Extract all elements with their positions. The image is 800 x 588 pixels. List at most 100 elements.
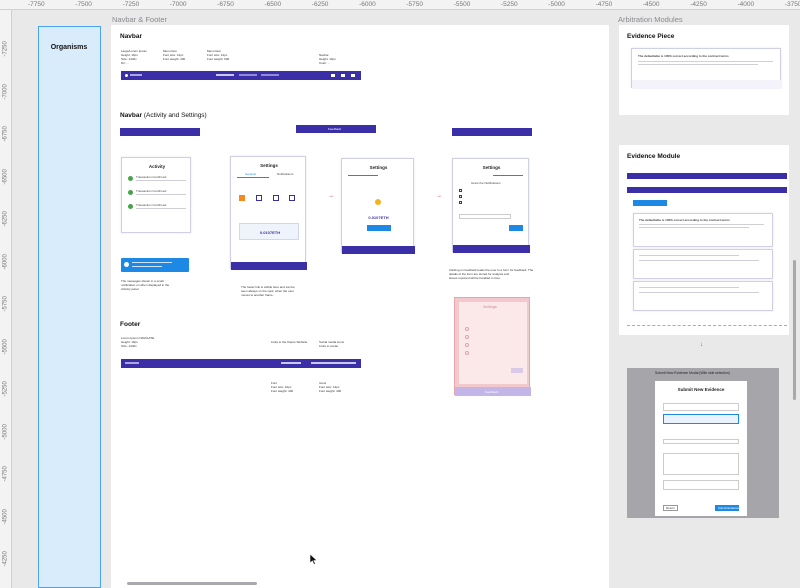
evidence-piece-frame[interactable]: Evidence Piece The defaultable is 100% c… <box>619 25 789 115</box>
feedback-note: Clicking on feedback leads the user to a… <box>449 268 534 280</box>
ruler-top-tick: -4000 <box>737 1 755 8</box>
navbar-feedback-strip[interactable]: Feedback <box>296 125 376 133</box>
arrow-down: ↓ <box>700 342 703 348</box>
ruler-top-tick: -5250 <box>501 1 518 8</box>
ruler-top-tick: -4750 <box>595 1 613 8</box>
settings-title-2: Settings <box>369 165 388 170</box>
navbar-settings-strip[interactable] <box>452 128 532 136</box>
activity-item-1: Transaction Confirmed <box>136 175 167 179</box>
settings-amount-1: 0.0107ETH <box>259 230 281 235</box>
footer-preview[interactable] <box>121 359 361 368</box>
evidence-module-frame[interactable]: Evidence Module The defaultable is 100% … <box>619 145 789 335</box>
submit-evidence-modal[interactable]: Submit New Evidence Return Submit Eviden… <box>655 381 747 516</box>
ruler-top-tick: -7250 <box>122 1 140 8</box>
notification-toast[interactable] <box>121 258 189 272</box>
toast-note: The messages shown in a small notificatio… <box>121 279 170 291</box>
activity-item-3: Transaction Confirmed <box>136 203 167 207</box>
mouse-cursor-icon <box>309 552 318 570</box>
navbar-spec-note-3: Menu Item Font size: 12px Font weight: 600 <box>207 49 230 61</box>
arbitration-frame-label[interactable]: Arbitration Modules <box>618 15 683 24</box>
ruler-left-tick: -4250 <box>2 551 9 567</box>
activity-panel[interactable]: Activity Transaction Confirmed Transacti… <box>121 157 191 233</box>
navbar-spec-note-1: Large/Lorem Ipsum Height: 16px Size: 1440x… <box>121 49 148 65</box>
ruler-top-tick: -6250 <box>311 1 329 8</box>
ruler-left-tick: -7000 <box>2 83 9 99</box>
submit-frame-label: Submit New Evidence Modal (With side sel… <box>655 371 730 375</box>
ruler-top-tick: -7750 <box>28 1 45 8</box>
ruler-top-tick: -5750 <box>406 1 424 8</box>
ruler-left-tick: -4500 <box>2 508 9 524</box>
settings-panel-notifications[interactable]: Settings Grant the Notifications <box>452 158 530 253</box>
ruler-left-tick: -6000 <box>2 253 9 269</box>
footer-spec-note-1: Lorem Ipsum NAVIGATE Height: 16px Size: 14… <box>121 336 155 348</box>
evidence-piece-heading: The defaultable is 100% correct accordin… <box>638 54 729 58</box>
ruler-left-tick: -4750 <box>2 466 9 482</box>
navbar-preview[interactable] <box>121 71 361 80</box>
settings-panel-claim[interactable]: Settings 0.0107ETH <box>341 158 415 254</box>
ruler-left-tick: -6250 <box>2 211 9 227</box>
organisms-frame[interactable]: Organisms <box>38 26 101 588</box>
navbar-section-title: Navbar <box>120 33 143 40</box>
arrow-2: → <box>436 193 442 199</box>
ruler-left-tick: -5750 <box>2 296 9 312</box>
ruler-left-tick: -7250 <box>2 41 9 57</box>
ruler-left-tick: -6500 <box>2 168 9 184</box>
submit-evidence-frame[interactable]: Submit New Evidence Modal (With side sel… <box>627 368 779 518</box>
navbar-footer-frame[interactable]: Navbar Large/Lorem Ipsum Height: 16px Size… <box>111 25 609 588</box>
navbar-activity-strip[interactable] <box>120 128 200 136</box>
navbar-footer-frame-label[interactable]: Navbar & Footer <box>112 15 167 24</box>
horizontal-scrollbar[interactable] <box>12 579 800 588</box>
vertical-ruler: -7250 -7000 -6750 -6500 -6250 -6000 -5750 -5500… <box>0 10 12 588</box>
footer-section-title: Footer <box>120 321 141 328</box>
feedback-label: Feedback <box>328 127 342 131</box>
ruler-top-tick: -4500 <box>642 1 660 8</box>
ruler-top-tick: -5500 <box>453 1 471 8</box>
ruler-left-tick: -5250 <box>2 381 9 397</box>
activity-title: Activity <box>148 164 166 169</box>
evidence-piece-title: Evidence Piece <box>627 33 675 40</box>
settings-title-3: Settings <box>482 165 501 170</box>
evidence-piece-card[interactable]: The defaultable is 100% correct accordin… <box>631 48 782 89</box>
ruler-top-tick: -6750 <box>217 1 234 8</box>
ruler-top-tick: -7000 <box>169 1 187 8</box>
ruler-left-tick: -5000 <box>2 423 9 439</box>
grant-notifications-title: Grant the Notifications <box>471 181 501 185</box>
footer-spec-note-3: Social media icons Links to social <box>319 340 345 348</box>
ruler-top-tick: -4250 <box>690 1 707 8</box>
organisms-title: Organisms <box>50 44 88 51</box>
submit-modal-title: Submit New Evidence <box>677 387 725 392</box>
tab-notifications-1[interactable]: Notifications <box>277 172 293 176</box>
feedback-modal-preview[interactable]: Settings Feedback <box>454 297 531 396</box>
return-button[interactable]: Return <box>663 505 679 511</box>
footer-spec-note-2: Links to the Kleros Website <box>271 340 308 344</box>
submit-evidence-label: Submit Evidence <box>718 506 739 510</box>
arrow-1: → <box>328 193 334 199</box>
ruler-top-tick: -5000 <box>548 1 565 8</box>
settings-panel-general[interactable]: Settings General Notifications 0.0107ETH <box>230 156 307 270</box>
ruler-top-tick: -7500 <box>75 1 92 8</box>
navbar-activity-settings-title: Navbar (Activity and Settings) <box>120 112 207 119</box>
ruler-top-tick: -6000 <box>359 1 376 8</box>
horizontal-scroll-thumb[interactable] <box>127 582 257 585</box>
evidence-module-title: Evidence Module <box>627 153 681 160</box>
feedback-modal-settings-title: Settings <box>483 305 497 309</box>
ruler-left-tick: -6750 <box>2 126 9 142</box>
footer-spec-note-5: Icons Font size: 14px Font weight: 400 <box>319 381 342 393</box>
vertical-scroll-thumb[interactable] <box>793 260 796 400</box>
feedback-modal-footer-label: Feedback <box>485 390 499 394</box>
evidence-module-heading-1: The defaultable is 100% correct accordin… <box>639 218 730 222</box>
ruler-top-tick: -3750 <box>784 1 800 8</box>
navbar-spec-note-4: Navbar Height: 16px Color: ... <box>319 53 336 65</box>
submit-evidence-button[interactable]: Submit Evidence <box>715 505 739 511</box>
navbar-spec-note-2: Menu Item Font size: 12px Font weight: 400 <box>163 49 186 61</box>
settings-claim-button[interactable] <box>367 225 391 231</box>
horizontal-ruler: -7750 -7500 -7250 -7000 -6750 -6500 -6250 -6000… <box>0 0 800 10</box>
ruler-left-tick: -5500 <box>2 338 9 354</box>
settings-amount-2: 0.0107ETH <box>368 215 389 220</box>
footer-spec-note-4: Font Font size: 10px Font weight: 400 <box>271 381 294 393</box>
settings-note: The footer link is visible here and can … <box>241 285 295 297</box>
activity-item-2: Transaction Confirmed <box>136 189 167 193</box>
tab-general-1[interactable]: General <box>245 172 256 176</box>
ruler-top-tick: -6500 <box>264 1 282 8</box>
settings-title-1: Settings <box>260 163 278 168</box>
